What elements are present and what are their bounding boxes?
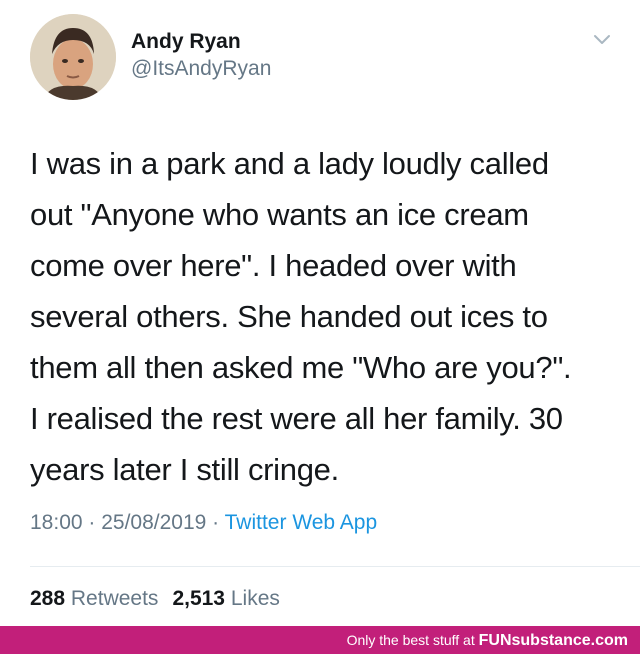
chevron-down-icon [594, 35, 610, 44]
author-handle[interactable]: @ItsAndyRyan [131, 57, 271, 81]
author-name[interactable]: Andy Ryan [131, 30, 241, 54]
tweet-text-line: I was in a park and a lady loudly called [30, 146, 549, 181]
retweets-link[interactable]: 288 Retweets [30, 587, 158, 610]
retweets-count: 288 [30, 587, 66, 610]
tweet-text-line: I realised the rest were all her family.… [30, 401, 563, 436]
tweet-text-line: several others. She handed out ices to [30, 299, 548, 334]
avatar[interactable] [30, 14, 116, 100]
footer-brand[interactable]: FUNsubstance.com [479, 632, 628, 649]
meta-separator: · [82, 511, 102, 534]
tweet-time[interactable]: 18:00 [30, 511, 83, 534]
tweet-date[interactable]: 25/08/2019 [101, 511, 206, 534]
watermark-footer: Only the best stuff at FUNsubstance.com [0, 626, 640, 654]
divider [30, 566, 640, 567]
likes-count: 2,513 [172, 587, 225, 610]
tweet-stats: 288 Retweets 2,513 Likes [30, 587, 280, 611]
tweet-text-line: come over here". I headed over with [30, 248, 517, 283]
meta-separator: · [206, 511, 225, 534]
footer-tagline: Only the best stuff at [346, 632, 479, 648]
tweet-text-line: out "Anyone who wants an ice cream [30, 197, 529, 232]
retweets-label: Retweets [70, 587, 159, 610]
tweet-text: I was in a park and a lady loudly called… [30, 138, 620, 495]
tweet-source-link[interactable]: Twitter Web App [225, 511, 378, 534]
tweet-menu-button[interactable] [592, 32, 612, 46]
tweet-text-line: years later I still cringe. [30, 452, 339, 487]
tweet-meta: 18:00 · 25/08/2019 · Twitter Web App [30, 511, 377, 535]
avatar-portrait-icon [30, 14, 116, 100]
tweet-text-line: them all then asked me "Who are you?". [30, 350, 572, 385]
likes-link[interactable]: 2,513 Likes [172, 587, 279, 610]
likes-label: Likes [230, 587, 280, 610]
